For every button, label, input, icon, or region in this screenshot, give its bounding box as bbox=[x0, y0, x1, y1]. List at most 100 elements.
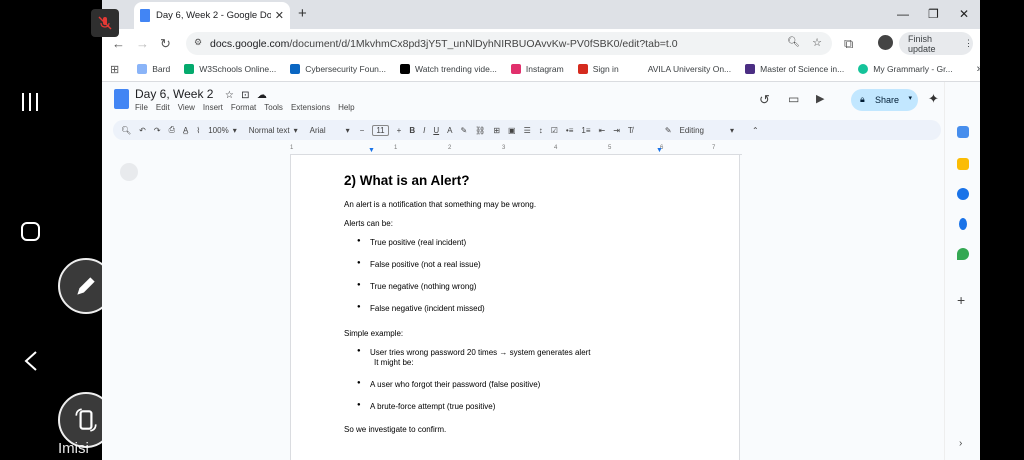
menu-tools[interactable]: Tools bbox=[264, 103, 283, 112]
move-folder-icon[interactable]: ⊡ bbox=[241, 90, 249, 101]
back-arrow-icon[interactable]: ← bbox=[112, 36, 125, 51]
maps-icon[interactable] bbox=[957, 248, 969, 260]
home-icon[interactable] bbox=[21, 222, 40, 241]
decrease-font-size-icon[interactable]: − bbox=[360, 126, 365, 135]
spellcheck-icon[interactable]: A̲ bbox=[183, 126, 188, 135]
collapse-toolbar-icon[interactable]: ⌃ bbox=[752, 126, 759, 135]
undo-icon[interactable]: ↶ bbox=[139, 126, 146, 135]
site-info-icon[interactable]: ⚙ bbox=[194, 37, 202, 48]
bookmark-item[interactable]: Master of Science in... bbox=[745, 64, 844, 74]
menu-extensions[interactable]: Extensions bbox=[291, 103, 330, 112]
horizontal-ruler[interactable]: 1 1 2 3 4 5 6 7 ▼ ▼ bbox=[290, 143, 742, 155]
mic-muted-indicator[interactable] bbox=[91, 9, 119, 37]
bookmark-item[interactable]: Watch trending vide... bbox=[399, 64, 497, 74]
finish-update-button[interactable]: Finish update ⋮ bbox=[899, 32, 973, 55]
close-window-icon[interactable]: ✕ bbox=[959, 7, 969, 21]
document-page[interactable]: 2) What is an Alert? An alert is a notif… bbox=[290, 155, 740, 460]
search-menus-icon[interactable]: 🔍︎ bbox=[121, 126, 131, 135]
increase-indent-icon[interactable]: ⇥ bbox=[613, 126, 620, 135]
mode-dropdown-icon[interactable]: ▾ bbox=[730, 126, 734, 135]
menu-format[interactable]: Format bbox=[231, 103, 256, 112]
font-dropdown-icon[interactable]: ▾ bbox=[346, 126, 350, 135]
underline-icon[interactable]: U bbox=[433, 126, 439, 135]
menu-help[interactable]: Help bbox=[338, 103, 354, 112]
tasks-icon[interactable] bbox=[957, 188, 969, 200]
font-select[interactable]: Arial bbox=[310, 126, 326, 135]
redo-icon[interactable]: ↷ bbox=[154, 126, 161, 135]
restore-icon[interactable]: ❐ bbox=[928, 7, 939, 21]
pencil-mode-icon[interactable]: ✎ bbox=[665, 126, 672, 135]
share-dropdown-icon[interactable]: ▾ bbox=[908, 94, 912, 102]
link-icon[interactable]: ⛓ bbox=[475, 126, 485, 135]
forward-arrow-icon[interactable]: → bbox=[136, 36, 149, 51]
menu-view[interactable]: View bbox=[178, 103, 195, 112]
gemini-icon[interactable]: ✦ bbox=[928, 91, 939, 107]
address-bar[interactable]: ⚙ docs.google.com/document/d/1MkvhmCx8pd… bbox=[186, 32, 832, 55]
tab-google-docs[interactable]: Day 6, Week 2 - Google Docs ✕ bbox=[134, 2, 290, 29]
text-color-icon[interactable]: A bbox=[447, 126, 452, 135]
bookmark-item[interactable]: Cybersecurity Foun... bbox=[290, 64, 386, 74]
bookmark-item[interactable]: Bard bbox=[137, 64, 170, 74]
checklist-icon[interactable]: ☑ bbox=[551, 126, 558, 135]
keep-icon[interactable] bbox=[957, 158, 969, 170]
document-outline-icon[interactable] bbox=[120, 163, 138, 181]
expand-panel-icon[interactable]: › bbox=[959, 438, 962, 449]
close-tab-icon[interactable]: ✕ bbox=[275, 9, 284, 22]
zoom-select[interactable]: 100% bbox=[208, 126, 228, 135]
editing-mode-select[interactable]: Editing bbox=[680, 126, 704, 135]
style-dropdown-icon[interactable]: ▾ bbox=[294, 126, 298, 135]
ruler-tick: 3 bbox=[502, 145, 506, 151]
bookmark-item[interactable]: My Grammarly - Gr... bbox=[858, 64, 953, 74]
paint-format-icon[interactable]: ⌇ bbox=[196, 126, 200, 135]
bullet-list-icon[interactable]: •≡ bbox=[566, 126, 573, 135]
line-spacing-icon[interactable]: ↕ bbox=[539, 126, 543, 135]
clear-formatting-icon[interactable]: T̸ bbox=[628, 126, 633, 135]
insert-image-icon[interactable]: ▣ bbox=[508, 126, 516, 135]
calendar-icon[interactable] bbox=[957, 126, 969, 138]
bookmark-item[interactable]: W3Schools Online... bbox=[184, 64, 276, 74]
align-icon[interactable]: ☰ bbox=[524, 126, 531, 135]
share-button[interactable]: 🔒︎ Share ▾ bbox=[851, 89, 918, 111]
highlight-icon[interactable]: ✎ bbox=[460, 126, 467, 135]
apps-grid-icon[interactable]: ⊞ bbox=[110, 63, 119, 76]
profile-avatar[interactable] bbox=[878, 35, 893, 50]
bookmark-item[interactable]: AVILA University On... bbox=[632, 64, 731, 74]
reload-icon[interactable]: ↻ bbox=[160, 36, 171, 52]
style-select[interactable]: Normal text bbox=[249, 126, 290, 135]
new-tab-icon[interactable]: + bbox=[298, 5, 307, 22]
add-comment-icon[interactable]: ⊞ bbox=[493, 126, 500, 135]
version-history-icon[interactable]: ↺ bbox=[759, 92, 770, 108]
extensions-icon[interactable]: ⧉ bbox=[844, 36, 853, 52]
more-options-icon[interactable]: ⋮ bbox=[964, 38, 973, 49]
menu-file[interactable]: File bbox=[135, 103, 148, 112]
ruler-tick: 2 bbox=[448, 145, 452, 151]
zoom-dropdown-icon[interactable]: ▾ bbox=[233, 126, 237, 135]
numbered-list-icon[interactable]: 1≡ bbox=[581, 126, 590, 135]
add-addon-icon[interactable]: + bbox=[957, 292, 965, 308]
font-size-input[interactable]: 11 bbox=[372, 124, 389, 136]
comments-icon[interactable]: ▭ bbox=[788, 92, 799, 106]
decrease-indent-icon[interactable]: ⇤ bbox=[599, 126, 606, 135]
contacts-icon[interactable] bbox=[959, 218, 967, 230]
document-body[interactable]: 2) What is an Alert? An alert is a notif… bbox=[344, 173, 704, 444]
bold-icon[interactable]: B bbox=[409, 126, 415, 135]
right-indent-marker[interactable]: ▼ bbox=[656, 147, 663, 154]
bookmark-item[interactable]: Instagram bbox=[510, 64, 564, 74]
zoom-icon[interactable]: 🔍︎ bbox=[787, 37, 800, 48]
bookmark-star-icon[interactable]: ☆ bbox=[812, 36, 822, 49]
left-indent-marker[interactable]: ▼ bbox=[368, 147, 375, 154]
bookmark-icon bbox=[510, 64, 521, 74]
meet-icon[interactable]: ▶ bbox=[816, 92, 824, 105]
increase-font-size-icon[interactable]: + bbox=[397, 126, 402, 135]
minimize-icon[interactable]: — bbox=[897, 7, 909, 21]
italic-icon[interactable]: I bbox=[423, 126, 425, 135]
menu-insert[interactable]: Insert bbox=[203, 103, 223, 112]
back-icon[interactable] bbox=[22, 350, 40, 372]
bookmark-item[interactable]: Sign in bbox=[577, 64, 619, 74]
recents-icon[interactable] bbox=[22, 93, 40, 111]
docs-logo-icon[interactable] bbox=[114, 89, 129, 109]
menu-edit[interactable]: Edit bbox=[156, 103, 170, 112]
doc-title[interactable]: Day 6, Week 2 ☆ ⊡ ☁ bbox=[135, 87, 267, 101]
star-icon[interactable]: ☆ bbox=[225, 90, 234, 101]
print-icon[interactable]: ⎙ bbox=[169, 125, 175, 135]
